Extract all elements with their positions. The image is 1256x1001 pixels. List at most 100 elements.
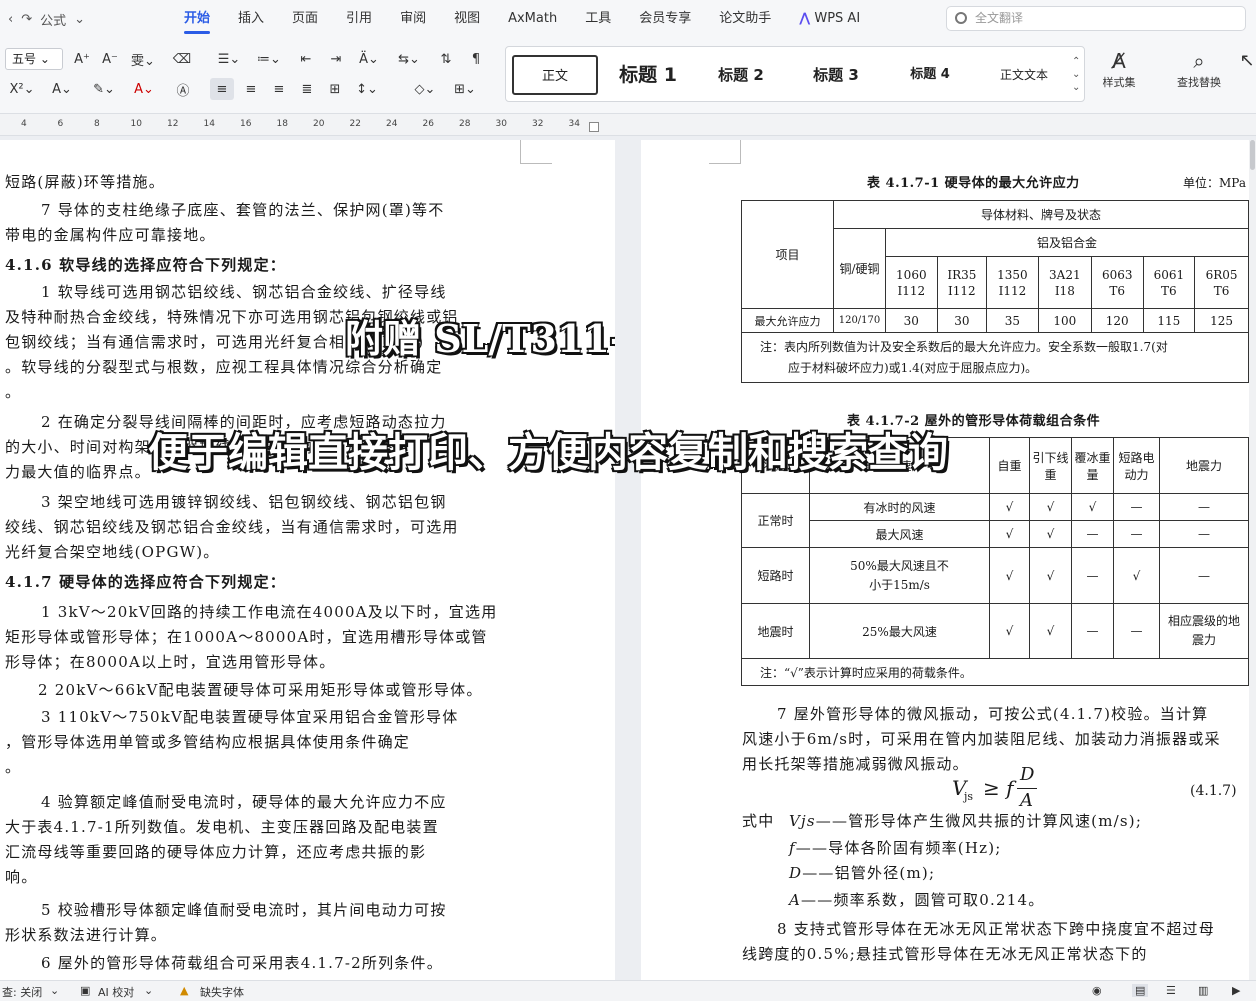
find-replace-button[interactable]: ⌕ 查找替换 bbox=[1168, 48, 1230, 90]
tab-page[interactable]: 页面 bbox=[278, 0, 332, 38]
style-heading1[interactable]: 标题 1 bbox=[608, 55, 688, 95]
status-check-label[interactable]: 查: 关闭 bbox=[2, 984, 42, 1000]
table2-cell: — bbox=[1159, 520, 1249, 548]
borders-icon[interactable]: ⊞⌄ bbox=[450, 78, 480, 100]
tab-paper-assistant[interactable]: 论文助手 bbox=[705, 0, 785, 38]
chevron-down-icon[interactable]: ⌄ bbox=[50, 984, 59, 997]
tab-review[interactable]: 审阅 bbox=[386, 0, 440, 38]
tab-insert[interactable]: 插入 bbox=[224, 0, 278, 38]
table1-caption: 表 4.1.7-1 硬导体的最大允许应力 bbox=[867, 176, 1080, 191]
superscript-icon[interactable]: X²⌄ bbox=[8, 78, 36, 100]
table1-note-cont: 应于材料破坏应力)或1.4(对应于屈服点应力)。 bbox=[788, 360, 1038, 375]
formula-denominator: A bbox=[1020, 790, 1033, 811]
align-right-icon[interactable]: ≡ bbox=[268, 78, 290, 100]
chevron-down-icon[interactable]: ⌄ bbox=[74, 12, 85, 27]
numbered-list-icon[interactable]: ≔⌄ bbox=[255, 48, 283, 70]
ribbon-toolbar: 五号 ⌄ A⁺ A⁻ 雯⌄ ⌫ X²⌄ A⌄ ✎⌄ A⌄ Ⓐ ☰⌄ ≔⌄ ⇤ ⇥… bbox=[0, 38, 1256, 114]
definition-symbol: D bbox=[789, 864, 803, 882]
search-input[interactable]: 全文翻译 bbox=[946, 6, 1246, 31]
decrease-indent-icon[interactable]: ⇤ bbox=[295, 48, 317, 70]
indent-marker-icon[interactable] bbox=[589, 122, 599, 132]
tab-home[interactable]: 开始 bbox=[170, 0, 224, 38]
alloy-grade: 3A21 bbox=[1049, 267, 1081, 282]
show-marks-icon[interactable]: ¶ bbox=[465, 48, 487, 70]
line-spacing-icon[interactable]: ↕⌄ bbox=[352, 78, 382, 100]
missing-font-button[interactable]: 缺失字体 bbox=[200, 984, 244, 1000]
para8-line2: 线跨度的0.5%;悬挂式管形导体在无冰无风正常状态下的 bbox=[742, 945, 1148, 963]
style-body-text[interactable]: 正文文本 bbox=[982, 55, 1066, 95]
web-view-icon[interactable]: ▥ bbox=[1198, 984, 1208, 997]
left-page-line: 形导体；在8000A以上时，宜选用管形导体。 bbox=[5, 653, 336, 671]
table2-cell: — bbox=[1071, 547, 1114, 604]
search-icon bbox=[955, 12, 967, 24]
justify-icon[interactable]: ≣ bbox=[296, 78, 318, 100]
eye-icon[interactable]: ◉ bbox=[1092, 984, 1102, 997]
alloy-grade: 6061 bbox=[1153, 267, 1185, 282]
font-color-icon[interactable]: A⌄ bbox=[130, 78, 158, 100]
text-direction-icon[interactable]: ⇆⌄ bbox=[395, 48, 423, 70]
tab-axmath[interactable]: AxMath bbox=[494, 0, 571, 38]
style-scroll-icon[interactable]: ⌃ ⌄ ⌄ bbox=[1072, 55, 1080, 94]
table1-row-label: 最大允许应力 bbox=[741, 308, 834, 333]
table2-cell: — bbox=[1071, 520, 1114, 548]
table2-cell: — bbox=[1113, 493, 1160, 521]
tab-view[interactable]: 视图 bbox=[440, 0, 494, 38]
formula-button[interactable]: 公式 bbox=[40, 10, 66, 29]
bullet-list-icon[interactable]: ☰⌄ bbox=[215, 48, 243, 70]
shrink-font-icon[interactable]: A⁻ bbox=[98, 48, 122, 70]
style-set-button[interactable]: A̸ 样式集 bbox=[1092, 48, 1146, 90]
tab-member[interactable]: 会员专享 bbox=[625, 0, 705, 38]
font-size-select[interactable]: 五号 ⌄ bbox=[5, 48, 63, 70]
tab-tools[interactable]: 工具 bbox=[571, 0, 625, 38]
document-page-right[interactable]: 表 4.1.7-1 硬导体的最大允许应力 单位：MPa 项目 导体材料、牌号及状… bbox=[641, 140, 1249, 980]
tab-wps-ai[interactable]: ⋀ WPS AI bbox=[785, 0, 874, 38]
table2-cell: √ bbox=[1029, 603, 1072, 659]
sort-icon[interactable]: ⇅ bbox=[435, 48, 457, 70]
grow-font-icon[interactable]: A⁺ bbox=[70, 48, 94, 70]
text-effect-icon[interactable]: A⌄ bbox=[48, 78, 76, 100]
page-view-icon[interactable]: ▤ bbox=[1132, 984, 1149, 997]
char-border-icon[interactable]: Ⓐ bbox=[172, 78, 194, 100]
highlight-icon[interactable]: ✎⌄ bbox=[90, 78, 118, 100]
increase-indent-icon[interactable]: ⇥ bbox=[325, 48, 347, 70]
table1-value: 35 bbox=[986, 308, 1039, 333]
phonetic-icon[interactable]: 雯⌄ bbox=[128, 48, 158, 70]
formula-numerator: D bbox=[1020, 764, 1035, 785]
page-corner-mark bbox=[709, 140, 741, 164]
outline-view-icon[interactable]: ☰ bbox=[1166, 984, 1176, 997]
style-heading4[interactable]: 标题 4 bbox=[888, 55, 972, 95]
warning-icon: ▲ bbox=[180, 984, 189, 997]
scrollbar-thumb[interactable] bbox=[1250, 140, 1255, 170]
table2-cell: √ bbox=[989, 603, 1030, 659]
table1-value: 120 bbox=[1090, 308, 1144, 333]
style-heading2[interactable]: 标题 2 bbox=[698, 55, 784, 95]
align-center-icon[interactable]: ≡ bbox=[240, 78, 262, 100]
table1-alloy-header: 6061 T6 bbox=[1142, 256, 1196, 309]
left-page-line: 2 20kV～66kV配电装置硬导体可采用矩形导体或管形导体。 bbox=[38, 681, 483, 699]
chevron-down-icon[interactable]: ⌄ bbox=[144, 984, 153, 997]
select-icon[interactable]: ↖ bbox=[1238, 48, 1256, 74]
shading-icon[interactable]: ◇⌄ bbox=[410, 78, 440, 100]
tab-reference[interactable]: 引用 bbox=[332, 0, 386, 38]
where-label: 式中 bbox=[742, 812, 775, 830]
ruler-tick: 30 bbox=[495, 119, 507, 129]
style-normal[interactable]: 正文 bbox=[512, 55, 598, 95]
table2-state: 短路时 bbox=[741, 547, 810, 604]
align-left-icon[interactable]: ≡ bbox=[210, 78, 234, 100]
style-heading3[interactable]: 标题 3 bbox=[794, 55, 878, 95]
chevron-left-icon[interactable]: ‹ bbox=[8, 12, 13, 27]
redo-icon[interactable]: ↷ bbox=[21, 12, 32, 27]
ai-proofread-button[interactable]: AI 校对 bbox=[98, 984, 134, 1000]
char-spacing-icon[interactable]: Ä⌄ bbox=[355, 48, 383, 70]
distribute-icon[interactable]: ⊞ bbox=[324, 78, 346, 100]
read-mode-icon[interactable]: ▶ bbox=[1232, 984, 1240, 997]
eraser-icon[interactable]: ⌫ bbox=[170, 48, 194, 70]
formula-definition: Vjs——管形导体产生微风共振的计算风速(m/s); bbox=[789, 810, 1142, 831]
table1-alloy-header: 1350 I112 bbox=[986, 256, 1039, 309]
table1-value: 100 bbox=[1037, 308, 1092, 333]
vertical-scrollbar[interactable] bbox=[1249, 140, 1256, 980]
alloy-temper: I112 bbox=[897, 283, 926, 298]
table2-cell: √ bbox=[1029, 493, 1072, 521]
document-page-left[interactable]: 短路(屏蔽)环等措施。 7 导体的支柱绝缘子底座、套管的法兰、保护网(罩)等不 带电… bbox=[0, 140, 615, 980]
horizontal-ruler[interactable]: 4 6 8 10 12 14 16 18 20 22 24 26 28 30 32 34 bbox=[0, 114, 1256, 136]
